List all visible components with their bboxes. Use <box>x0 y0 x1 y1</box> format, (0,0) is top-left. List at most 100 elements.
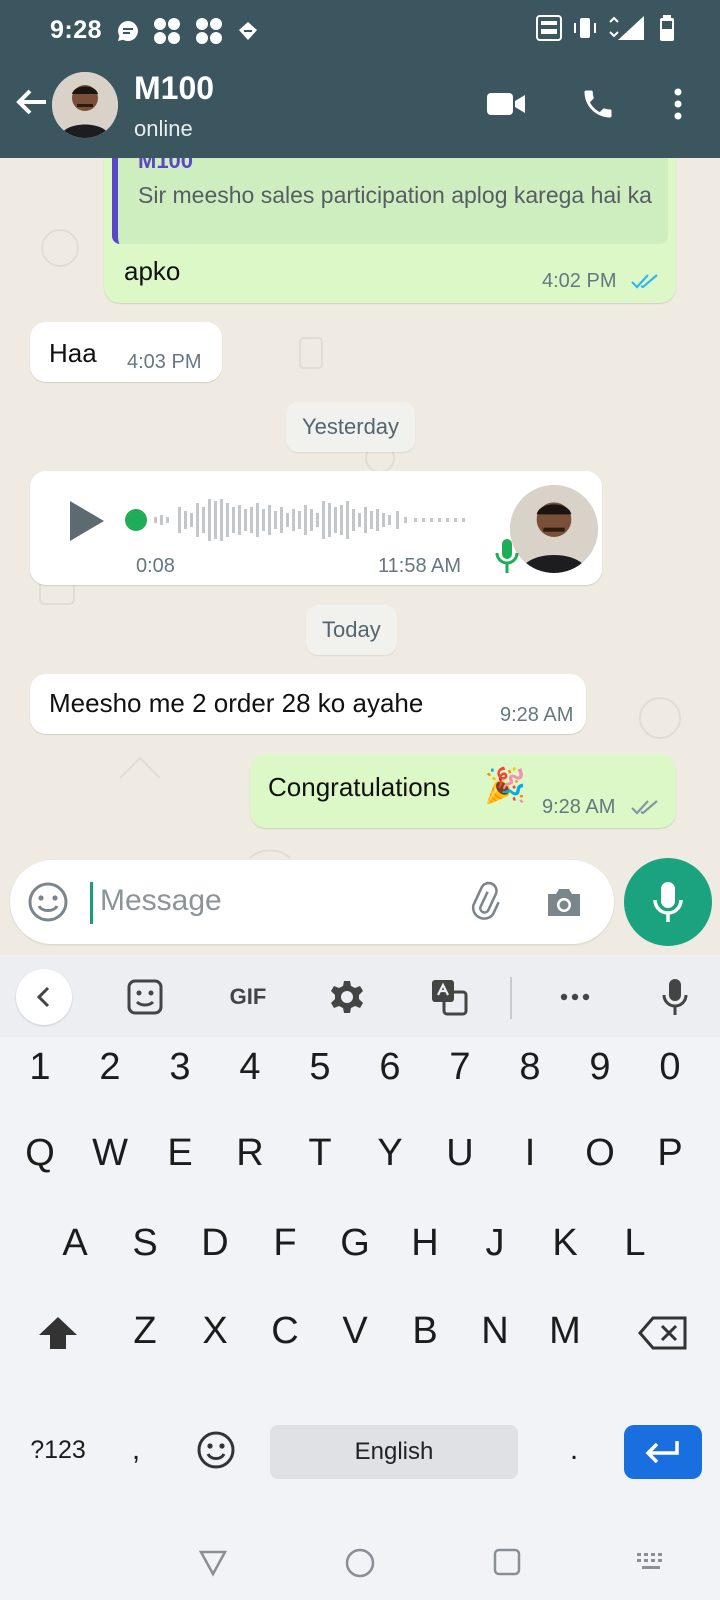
key-7[interactable]: 7 <box>432 1029 488 1105</box>
date-separator: Today <box>306 605 397 655</box>
arrow-back-icon <box>16 89 46 115</box>
shift-key[interactable] <box>30 1293 86 1369</box>
voice-message[interactable]: 0:08 11:58 AM <box>30 471 602 585</box>
message-time: 4:03 PM <box>127 351 202 373</box>
key-a[interactable]: A <box>47 1205 103 1281</box>
video-camera-icon <box>487 93 525 115</box>
voice-call-button[interactable] <box>576 82 620 126</box>
sticker-button[interactable] <box>120 972 170 1022</box>
key-o[interactable]: O <box>572 1115 628 1191</box>
backspace-key[interactable] <box>628 1293 698 1369</box>
key-l[interactable]: L <box>607 1205 663 1281</box>
period-key[interactable]: . <box>556 1415 592 1485</box>
key-w[interactable]: W <box>82 1115 138 1191</box>
key-8[interactable]: 8 <box>502 1029 558 1105</box>
video-call-button[interactable] <box>484 82 528 126</box>
chat-area[interactable]: M100 Sir meesho sales participation aplo… <box>0 158 720 938</box>
gif-button[interactable]: GIF <box>220 972 276 1022</box>
keyboard-collapse-button[interactable] <box>16 969 72 1025</box>
drive-notification-icon <box>239 22 257 40</box>
nav-recents-icon[interactable] <box>492 1547 522 1577</box>
key-c[interactable]: C <box>257 1293 313 1369</box>
key-f[interactable]: F <box>257 1205 313 1281</box>
incoming-message[interactable]: Haa 4:03 PM <box>30 322 222 382</box>
emoji-button[interactable] <box>26 880 70 924</box>
key-b[interactable]: B <box>397 1293 453 1369</box>
contact-name[interactable]: M100 <box>134 70 214 107</box>
emoji-icon <box>197 1431 235 1469</box>
text-cursor <box>90 882 93 924</box>
keyboard-settings-button[interactable] <box>322 972 372 1022</box>
keyboard-toolbar: GIF <box>0 955 720 1037</box>
key-t[interactable]: T <box>292 1115 348 1191</box>
key-n[interactable]: N <box>467 1293 523 1369</box>
emoji-key[interactable] <box>186 1413 246 1483</box>
outgoing-message[interactable]: Congratulations 🎉 9:28 AM <box>250 754 676 828</box>
translate-button[interactable] <box>424 972 474 1022</box>
party-popper-emoji: 🎉 <box>484 767 527 805</box>
date-separator: Yesterday <box>286 402 416 452</box>
key-1[interactable]: 1 <box>12 1029 68 1105</box>
enter-key[interactable] <box>624 1425 702 1479</box>
key-p[interactable]: P <box>642 1115 698 1191</box>
symbols-key[interactable]: ?123 <box>18 1415 98 1485</box>
key-5[interactable]: 5 <box>292 1029 348 1105</box>
app-notification-icon <box>154 18 180 44</box>
key-2[interactable]: 2 <box>82 1029 138 1105</box>
key-m[interactable]: M <box>537 1293 593 1369</box>
nav-back-icon[interactable] <box>198 1547 228 1577</box>
more-tools-button[interactable] <box>550 972 600 1022</box>
key-e[interactable]: E <box>152 1115 208 1191</box>
key-y[interactable]: Y <box>362 1115 418 1191</box>
back-button[interactable] <box>12 82 52 122</box>
incoming-message[interactable]: Meesho me 2 order 28 ko ayahe 9:28 AM <box>30 674 586 734</box>
key-3[interactable]: 3 <box>152 1029 208 1105</box>
attach-button[interactable] <box>462 880 506 924</box>
comma-key[interactable]: , <box>118 1415 154 1485</box>
key-x[interactable]: X <box>187 1293 243 1369</box>
microphone-icon <box>662 979 688 1015</box>
message-time: 9:28 AM <box>542 796 616 818</box>
keyboard-row-zxcv: Z X C V B N M <box>0 1293 720 1369</box>
backspace-icon <box>638 1316 687 1350</box>
outgoing-message[interactable]: M100 Sir meesho sales participation aplo… <box>104 158 676 303</box>
system-nav-bar <box>0 1535 720 1600</box>
quoted-message[interactable]: M100 Sir meesho sales participation aplo… <box>112 158 668 244</box>
nav-home-icon[interactable] <box>344 1547 376 1579</box>
voice-typing-button[interactable] <box>650 972 700 1022</box>
signal-4g-icon <box>609 16 644 40</box>
key-9[interactable]: 9 <box>572 1029 628 1105</box>
key-6[interactable]: 6 <box>362 1029 418 1105</box>
key-v[interactable]: V <box>327 1293 383 1369</box>
key-s[interactable]: S <box>117 1205 173 1281</box>
contact-status: online <box>134 116 193 141</box>
message-text: Congratulations <box>268 772 451 802</box>
key-h[interactable]: H <box>397 1205 453 1281</box>
more-options-button[interactable] <box>656 82 700 126</box>
contact-avatar[interactable] <box>52 72 118 138</box>
battery-icon <box>660 15 674 41</box>
quote-author: M100 <box>138 158 194 173</box>
voice-record-button[interactable] <box>624 858 712 946</box>
key-g[interactable]: G <box>327 1205 383 1281</box>
key-0[interactable]: 0 <box>642 1029 698 1105</box>
key-u[interactable]: U <box>432 1115 488 1191</box>
key-j[interactable]: J <box>467 1205 523 1281</box>
keyboard-switch-icon[interactable] <box>636 1551 668 1573</box>
keyboard-row-asdf: A S D F G H J K L <box>0 1205 720 1281</box>
vibrate-icon <box>574 18 596 38</box>
camera-button[interactable] <box>542 880 586 924</box>
message-input[interactable]: Message <box>100 884 222 918</box>
key-k[interactable]: K <box>537 1205 593 1281</box>
key-r[interactable]: R <box>222 1115 278 1191</box>
key-d[interactable]: D <box>187 1205 243 1281</box>
key-z[interactable]: Z <box>117 1293 173 1369</box>
system-icons <box>536 14 676 42</box>
keyboard-row-numbers: 1 2 3 4 5 6 7 8 9 0 <box>0 1029 720 1105</box>
message-composer[interactable]: Message <box>10 860 614 944</box>
space-key[interactable]: English <box>270 1425 518 1479</box>
key-4[interactable]: 4 <box>222 1029 278 1105</box>
key-i[interactable]: I <box>502 1115 558 1191</box>
key-q[interactable]: Q <box>12 1115 68 1191</box>
chevron-left-icon <box>36 986 50 1008</box>
